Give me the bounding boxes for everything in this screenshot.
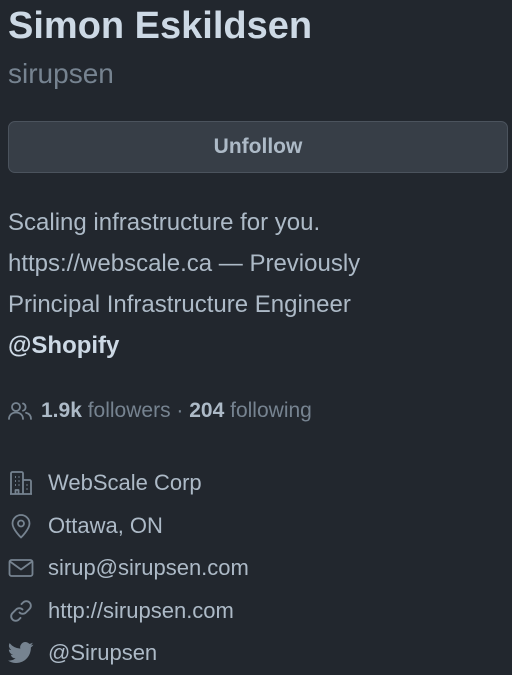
followers-label: followers — [81, 399, 171, 422]
organization-icon — [8, 470, 34, 496]
link-icon — [8, 598, 34, 624]
bio-line: Principal Infrastructure Engineer — [8, 291, 351, 318]
following-count: 204 — [189, 399, 225, 422]
detail-email: sirup@sirupsen.com — [8, 547, 508, 590]
detail-website: http://sirupsen.com — [8, 590, 508, 633]
detail-twitter: @Sirupsen — [8, 632, 508, 675]
stats-separator: · — [170, 399, 190, 422]
location-icon — [8, 513, 34, 539]
bio-line: Scaling infrastructure for you. — [8, 209, 321, 236]
website-link[interactable]: http://sirupsen.com — [48, 598, 234, 624]
bio-mention-link[interactable]: @Shopify — [8, 325, 508, 366]
follow-stats: 1.9k followers · 204 following — [8, 395, 312, 427]
profile-full-name: Simon Eskildsen — [8, 5, 313, 47]
bio-line: https://webscale.ca — Previously — [8, 250, 361, 277]
people-icon — [8, 401, 34, 421]
followers-count: 1.9k — [41, 399, 82, 422]
detail-location: Ottawa, ON — [8, 505, 508, 548]
organization-text: WebScale Corp — [48, 470, 202, 496]
location-text: Ottawa, ON — [48, 512, 163, 538]
followers-link[interactable]: 1.9k followers — [41, 399, 171, 423]
mail-icon — [8, 555, 34, 581]
profile-bio: Scaling infrastructure for you. https://… — [8, 202, 508, 366]
unfollow-button[interactable]: Unfollow — [8, 121, 508, 173]
profile-details-list: WebScale Corp Ottawa, ON sirup@sirupsen.… — [8, 462, 508, 675]
following-label: following — [224, 399, 312, 422]
profile-username: sirupsen — [8, 58, 114, 89]
twitter-icon — [8, 640, 34, 666]
detail-organization: WebScale Corp — [8, 462, 508, 505]
following-link[interactable]: 204 following — [189, 399, 312, 423]
email-link[interactable]: sirup@sirupsen.com — [48, 555, 249, 581]
twitter-link[interactable]: @Sirupsen — [48, 640, 157, 666]
